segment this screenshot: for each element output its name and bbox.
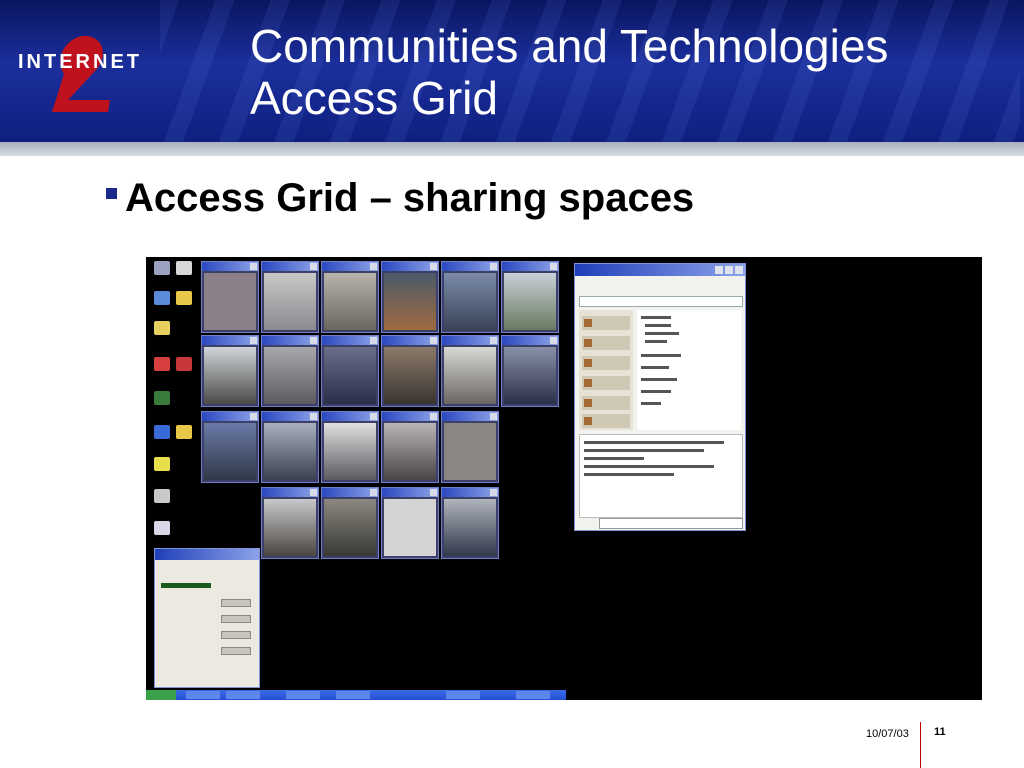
chat-log	[579, 434, 743, 518]
venue-list-item[interactable]	[582, 376, 630, 390]
desktop-icon	[154, 521, 170, 535]
video-window[interactable]	[201, 261, 259, 333]
venue-list-item[interactable]	[582, 396, 630, 410]
maximize-icon[interactable]	[725, 266, 733, 274]
access-grid-screenshot	[146, 257, 982, 700]
desktop-icon	[154, 291, 170, 305]
video-window[interactable]	[261, 487, 319, 559]
bullet-item: Access Grid – sharing spaces	[106, 176, 694, 221]
square-bullet-icon	[106, 188, 117, 199]
venue-list-item[interactable]	[582, 414, 630, 428]
desktop-icon	[154, 425, 170, 439]
venue-list-item[interactable]	[582, 356, 630, 370]
video-window[interactable]	[261, 411, 319, 483]
windows-taskbar	[146, 690, 566, 700]
window-titlebar	[155, 549, 259, 560]
desktop-icon	[176, 261, 192, 275]
video-window[interactable]	[501, 335, 559, 407]
venue-list-item[interactable]	[582, 336, 630, 350]
video-window[interactable]	[261, 335, 319, 407]
video-window[interactable]	[441, 411, 499, 483]
video-window[interactable]	[381, 487, 439, 559]
participants-list	[637, 310, 741, 430]
desktop-icon	[154, 261, 170, 275]
desktop-icon	[154, 391, 170, 405]
venue-list-pane	[579, 310, 633, 430]
video-window[interactable]	[441, 261, 499, 333]
desktop-icon	[176, 357, 192, 371]
header-divider	[0, 142, 1024, 156]
window-titlebar	[575, 264, 745, 276]
bullet-text: Access Grid – sharing spaces	[125, 176, 695, 220]
taskbar-button[interactable]	[286, 691, 320, 699]
desktop-icon	[154, 357, 170, 371]
volume-slider[interactable]	[221, 615, 251, 623]
video-window[interactable]	[381, 411, 439, 483]
video-window[interactable]	[201, 411, 259, 483]
video-window[interactable]	[321, 335, 379, 407]
chat-input[interactable]	[599, 518, 743, 529]
footer-divider	[920, 722, 921, 768]
svg-text:INTERNET: INTERNET	[18, 51, 142, 73]
taskbar-button[interactable]	[226, 691, 260, 699]
video-window[interactable]	[381, 335, 439, 407]
desktop-icon	[154, 457, 170, 471]
video-window[interactable]	[201, 335, 259, 407]
minimize-icon[interactable]	[715, 266, 723, 274]
volume-slider[interactable]	[221, 647, 251, 655]
taskbar-button[interactable]	[336, 691, 370, 699]
slide-title-line2: Access Grid	[250, 72, 498, 124]
video-window[interactable]	[441, 487, 499, 559]
desktop-icon	[154, 489, 170, 503]
venue-client-window[interactable]	[574, 263, 746, 531]
start-button[interactable]	[146, 690, 176, 700]
video-window[interactable]	[321, 487, 379, 559]
venue-address-field[interactable]	[579, 296, 743, 307]
desktop-icon	[154, 321, 170, 335]
desktop-icon	[176, 291, 192, 305]
internet2-logo: INTERNET	[18, 35, 142, 112]
video-window[interactable]	[261, 261, 319, 333]
slide-date: 10/07/03	[866, 728, 909, 740]
volume-slider[interactable]	[221, 599, 251, 607]
node-control-window[interactable]	[154, 548, 260, 688]
close-icon[interactable]	[735, 266, 743, 274]
venue-list-item[interactable]	[582, 316, 630, 330]
desktop-icon	[176, 425, 192, 439]
slide-title: Communities and Technologies Access Grid	[250, 20, 888, 124]
video-window[interactable]	[321, 411, 379, 483]
slide-number: 11	[934, 726, 946, 738]
audio-level-meter	[161, 583, 211, 588]
taskbar-button[interactable]	[446, 691, 480, 699]
taskbar-button[interactable]	[186, 691, 220, 699]
video-window[interactable]	[381, 261, 439, 333]
video-window[interactable]	[321, 261, 379, 333]
video-window[interactable]	[501, 261, 559, 333]
slide-title-line1: Communities and Technologies	[250, 20, 889, 72]
video-window[interactable]	[441, 335, 499, 407]
taskbar-button[interactable]	[516, 691, 550, 699]
volume-slider[interactable]	[221, 631, 251, 639]
slide-header: INTERNET Communities and Technologies Ac…	[0, 0, 1024, 142]
